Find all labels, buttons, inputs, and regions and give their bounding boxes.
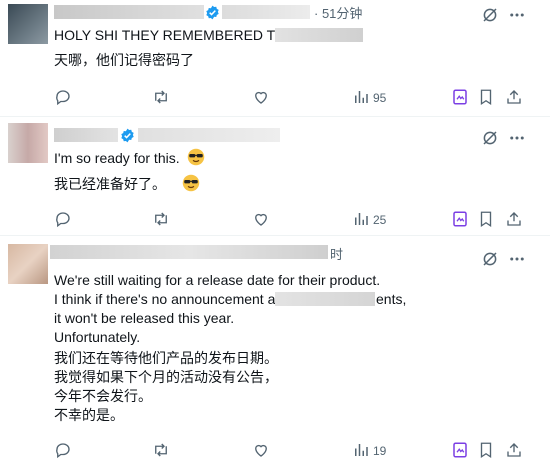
author-handle-redacted [138, 128, 280, 142]
reply-icon[interactable] [54, 441, 72, 459]
translation-line: 不幸的是。 [54, 407, 124, 423]
grok-icon[interactable] [481, 129, 499, 147]
sunglasses-emoji-icon [182, 174, 200, 197]
tweet-text-line: We're still waiting for a release date f… [54, 272, 381, 288]
author-handle-redacted [222, 5, 310, 19]
grok-image-icon[interactable] [451, 441, 469, 459]
grok-icon[interactable] [481, 6, 499, 24]
tweet-3[interactable]: 时 We're still waiting for a release date… [0, 236, 550, 474]
verified-badge-icon [205, 5, 220, 20]
tweet-1[interactable]: · 51分钟 HOLY SHI THEY REMEMBERED THE 天哪，他… [0, 0, 550, 116]
views-count[interactable]: 25 [373, 213, 386, 227]
bookmark-icon[interactable] [477, 210, 495, 228]
author-name-redacted[interactable] [50, 245, 328, 259]
like-icon[interactable] [252, 210, 270, 228]
author-name-redacted[interactable] [54, 128, 118, 142]
translation-text: 我已经准备好了。 [54, 176, 166, 192]
translation-line: 今年不会发行。 [54, 388, 152, 404]
avatar[interactable] [8, 123, 48, 163]
tweet-2[interactable]: I'm so ready for this. 我已经准备好了。 25 [0, 117, 550, 234]
views-count[interactable]: 19 [373, 444, 386, 458]
share-icon[interactable] [505, 88, 523, 106]
bookmark-icon[interactable] [477, 441, 495, 459]
retweet-icon[interactable] [152, 210, 170, 228]
like-icon[interactable] [252, 441, 270, 459]
tweet-time[interactable]: 时 [330, 245, 343, 265]
views-count[interactable]: 95 [373, 91, 386, 105]
retweet-icon[interactable] [152, 441, 170, 459]
translation-line: 我觉得如果下个月的活动没有公告， [54, 369, 278, 385]
bookmark-icon[interactable] [477, 88, 495, 106]
retweet-icon[interactable] [152, 88, 170, 106]
grok-image-icon[interactable] [451, 210, 469, 228]
tweet-text-line: ents, [376, 291, 407, 307]
translation-line: 我已经准备好了。 [54, 174, 200, 197]
more-icon[interactable] [508, 6, 526, 24]
tweet-text-line: I think if there's no announcement a [54, 291, 276, 307]
share-icon[interactable] [505, 210, 523, 228]
tweet-time[interactable]: · 51分钟 [314, 4, 362, 24]
sunglasses-emoji-icon [187, 148, 205, 171]
grok-icon[interactable] [481, 250, 499, 268]
tweet-text-line: Unfortunately. [54, 329, 141, 345]
reply-icon[interactable] [54, 210, 72, 228]
like-icon[interactable] [252, 88, 270, 106]
translation-line: 我们还在等待他们产品的发布日期。 [54, 350, 278, 366]
author-name-redacted[interactable] [54, 5, 204, 19]
tweet-text-line: I'm so ready for this. [54, 148, 205, 171]
verified-badge-icon [120, 128, 135, 143]
views-icon[interactable] [352, 88, 370, 106]
avatar[interactable] [8, 244, 48, 284]
share-icon[interactable] [505, 441, 523, 459]
reply-icon[interactable] [54, 88, 72, 106]
tweet-text: I'm so ready for this. [54, 150, 180, 166]
translation-line: 天哪，他们记得密码了 [54, 52, 194, 68]
avatar[interactable] [8, 4, 48, 44]
tweet-text-line: HOLY SHI THEY REMEMBERED THE [54, 27, 295, 43]
views-icon[interactable] [352, 441, 370, 459]
tweet-text-redacted [275, 28, 363, 42]
more-icon[interactable] [508, 129, 526, 147]
tweet-text-line: it won't be released this year. [54, 310, 235, 326]
more-icon[interactable] [508, 250, 526, 268]
views-icon[interactable] [352, 210, 370, 228]
grok-image-icon[interactable] [451, 88, 469, 106]
tweet-text-redacted [275, 292, 375, 306]
